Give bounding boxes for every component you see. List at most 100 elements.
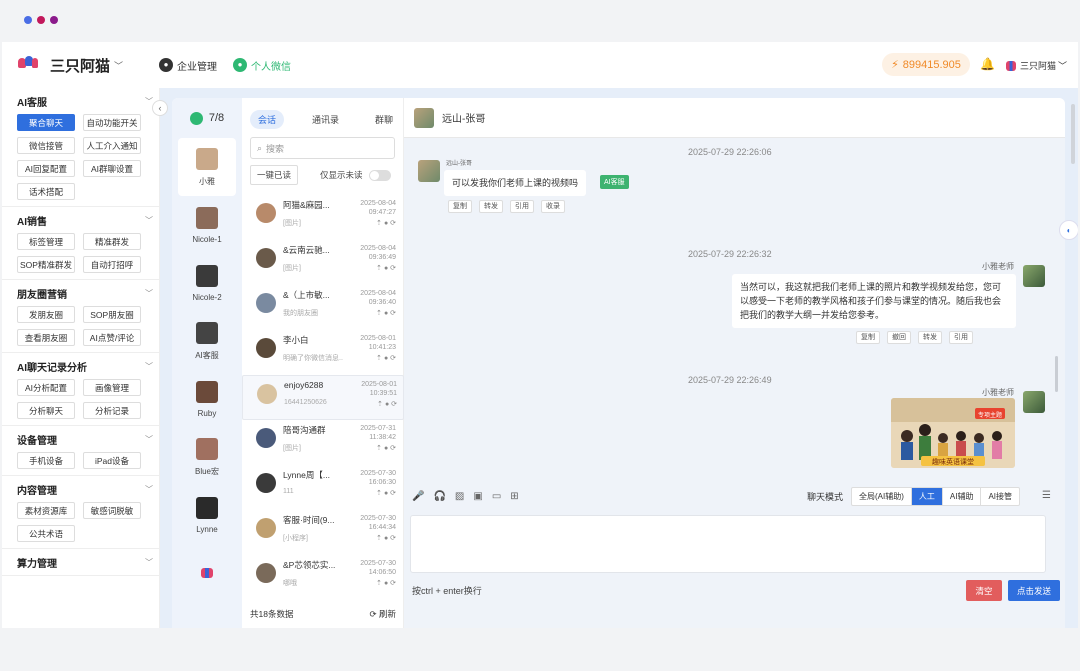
conversation-status-icon[interactable]: ⇡ ● ⟳ (346, 219, 396, 228)
sidebar-item[interactable]: 人工介入通知 (83, 137, 141, 154)
image-icon[interactable]: ▨ (455, 491, 464, 502)
quote-button[interactable]: 引用 (949, 331, 973, 344)
sidebar-item[interactable]: SOP精准群发 (17, 256, 75, 273)
sidebar-item[interactable]: 分析记录 (83, 402, 141, 419)
sidebar-section-header[interactable]: 朋友圈营销 ﹀ (2, 286, 159, 301)
sidebar-section-header[interactable]: AI客服 ﹀ (2, 94, 159, 109)
folder-icon[interactable]: ▭ (492, 491, 501, 502)
tab-sessions[interactable]: 会话 (250, 110, 285, 129)
conversation-item[interactable]: &P芯领芯实... 哪哦 2025-07-30 14:06:50 ⇡ ● ⟳ (242, 555, 404, 600)
sidebar-section-header[interactable]: 算力管理 ﹀ (2, 555, 159, 570)
brand-name[interactable]: 三只阿猫 (50, 55, 110, 76)
clear-button[interactable]: 清空 (966, 580, 1002, 601)
headset-icon[interactable]: 🎧 (433, 491, 445, 502)
nav-enterprise[interactable]: ● 企业管理 (159, 58, 217, 73)
sidebar-item[interactable]: 分析聊天 (17, 402, 75, 419)
conversation-item[interactable]: 客服·时间(9... [小程序] 2025-07-30 16:44:34 ⇡ ● ⟳ (242, 510, 404, 555)
sidebar-section-header[interactable]: AI销售 ﹀ (2, 213, 159, 228)
float-assistant-icon[interactable]: ◐ (1059, 220, 1078, 240)
points-badge[interactable]: ⚡ 899415.905 (882, 53, 970, 76)
sidebar-item[interactable]: 公共术语 (17, 525, 75, 542)
sidebar-item[interactable]: AI分析配置 (17, 379, 75, 396)
sidebar-item[interactable]: 自动打招呼 (83, 256, 141, 273)
forward-button[interactable]: 转发 (918, 331, 942, 344)
conversation-status-icon[interactable]: ⇡ ● ⟳ (346, 264, 396, 273)
sidebar-item[interactable]: 手机设备 (17, 452, 75, 469)
sidebar-item[interactable]: 自动功能开关 (83, 114, 141, 131)
conversation-item[interactable]: enjoy6288 16441250626 2025-08-01 10:39:51 ⇡ … (242, 375, 404, 420)
recall-button[interactable]: 撤回 (887, 331, 911, 344)
video-icon[interactable]: ▣ (473, 491, 482, 502)
account-item[interactable]: Nicole-2 (178, 254, 236, 312)
sidebar-item[interactable]: 微信接管 (17, 137, 75, 154)
page-scrollbar[interactable] (1071, 104, 1075, 164)
mode-global-ai-assist[interactable]: 全局(AI辅助) (852, 488, 912, 505)
user-menu[interactable]: 三只阿猫 ﹀ (1006, 59, 1067, 72)
classroom-photo[interactable]: 专项主题 趣味英语课堂 (891, 398, 1015, 468)
conversation-status-icon[interactable]: ⇡ ● ⟳ (346, 579, 396, 588)
scrollbar[interactable] (1055, 356, 1058, 392)
conversation-item[interactable]: Ruby-专注...2025-07-3011:13:12⇡ ● ⟳ (242, 600, 404, 605)
account-more[interactable] (178, 544, 236, 602)
sidebar-item[interactable]: AI点赞/评论 (83, 329, 141, 346)
sidebar-item[interactable]: 话术搭配 (17, 183, 75, 200)
conversation-item[interactable]: 阿猫&麻园... [图片] 2025-08-04 09:47:27 ⇡ ● ⟳ (242, 195, 404, 240)
mode-ai-takeover[interactable]: AI接管 (981, 488, 1019, 505)
sidebar-item[interactable]: SOP朋友圈 (83, 306, 141, 323)
sidebar-item[interactable]: iPad设备 (83, 452, 141, 469)
copy-button[interactable]: 复制 (448, 200, 472, 213)
search-input[interactable]: ⌕ 搜索 (250, 137, 395, 159)
sidebar-item[interactable]: 标签管理 (17, 233, 75, 250)
read-all-button[interactable]: 一键已读 (250, 165, 299, 185)
sidebar-section-header[interactable]: 设备管理 ﹀ (2, 432, 159, 447)
send-button[interactable]: 点击发送 (1008, 580, 1060, 601)
account-item[interactable]: Blue宏 (178, 428, 236, 486)
sidebar-item[interactable]: 素材资源库 (17, 502, 75, 519)
account-item[interactable]: Ruby (178, 370, 236, 428)
conversation-status-icon[interactable]: ⇡ ● ⟳ (346, 534, 396, 543)
sidebar-item[interactable]: 敏感词脱敏 (83, 502, 141, 519)
conversation-item[interactable]: 陪哥沟通群 [图片] 2025-07-31 11:38:42 ⇡ ● ⟳ (242, 420, 404, 465)
conversation-item[interactable]: &（上市敏... 我的朋友圈 2025-08-04 09:36:40 ⇡ ● ⟳ (242, 285, 404, 330)
tab-contacts[interactable]: 通讯录 (304, 110, 347, 129)
sidebar-item[interactable]: 精准群发 (83, 233, 141, 250)
tab-groups[interactable]: 群聊 (367, 110, 401, 129)
conversation-item[interactable]: Lynne周【... 111 2025-07-30 16:06:30 ⇡ ● ⟳ (242, 465, 404, 510)
message-bubble[interactable]: 当然可以，我这就把我们老师上课的照片和教学视频发给您，您可以感受一下老师的教学风… (732, 274, 1016, 328)
unread-only-toggle[interactable] (368, 169, 391, 181)
conversation-item[interactable]: 李小白 明确了你微信消息... 2025-08-01 10:41:23 ⇡ ● ⟳ (242, 330, 404, 375)
bell-icon[interactable]: 🔔 (980, 57, 995, 71)
conversation-status-icon[interactable]: ⇡ ● ⟳ (346, 354, 396, 363)
forward-button[interactable]: 转发 (479, 200, 503, 213)
sidebar-section-header[interactable]: AI聊天记录分析 ﹀ (2, 359, 159, 374)
conversation-status-icon[interactable]: ⇡ ● ⟳ (347, 400, 397, 409)
account-item[interactable]: Lynne (178, 486, 236, 544)
window-dot-purple[interactable] (50, 16, 58, 24)
mode-manual[interactable]: 人工 (911, 488, 943, 505)
sidebar-item[interactable]: 画像管理 (83, 379, 141, 396)
microphone-icon[interactable]: 🎤 (412, 491, 424, 502)
collapse-sidebar-button[interactable]: ‹ (152, 100, 168, 116)
sidebar-item[interactable]: 聚合聊天 (17, 114, 75, 131)
account-item[interactable]: 小雅 (178, 138, 236, 196)
sidebar-item[interactable]: 查看朋友圈 (17, 329, 75, 346)
conversation-item[interactable]: &云南云驰... [图片] 2025-08-04 09:36:49 ⇡ ● ⟳ (242, 240, 404, 285)
window-dot-blue[interactable] (24, 16, 32, 24)
settings-sliders-icon[interactable]: ☰ (1042, 490, 1051, 501)
account-item[interactable]: Nicole-1 (178, 196, 236, 254)
conversation-status-icon[interactable]: ⇡ ● ⟳ (346, 309, 396, 318)
sidebar-item[interactable]: 发朋友圈 (17, 306, 75, 323)
account-item[interactable]: AI客服 (178, 312, 236, 370)
conversation-status-icon[interactable]: ⇡ ● ⟳ (346, 444, 396, 453)
collect-button[interactable]: 收录 (541, 200, 565, 213)
sidebar-item[interactable]: AI回复配置 (17, 160, 75, 177)
message-bubble[interactable]: 可以发我你们老师上课的视频吗 (444, 170, 587, 196)
message-input[interactable] (410, 515, 1046, 573)
sidebar-section-header[interactable]: 内容管理 ﹀ (2, 482, 159, 497)
refresh-button[interactable]: ⟳ 刷新 (370, 608, 397, 620)
window-dot-red[interactable] (37, 16, 45, 24)
copy-button[interactable]: 复制 (856, 331, 880, 344)
chevron-down-icon[interactable]: ﹀ (114, 59, 123, 72)
conversation-status-icon[interactable]: ⇡ ● ⟳ (346, 489, 396, 498)
grid-icon[interactable]: ⊞ (510, 491, 518, 502)
